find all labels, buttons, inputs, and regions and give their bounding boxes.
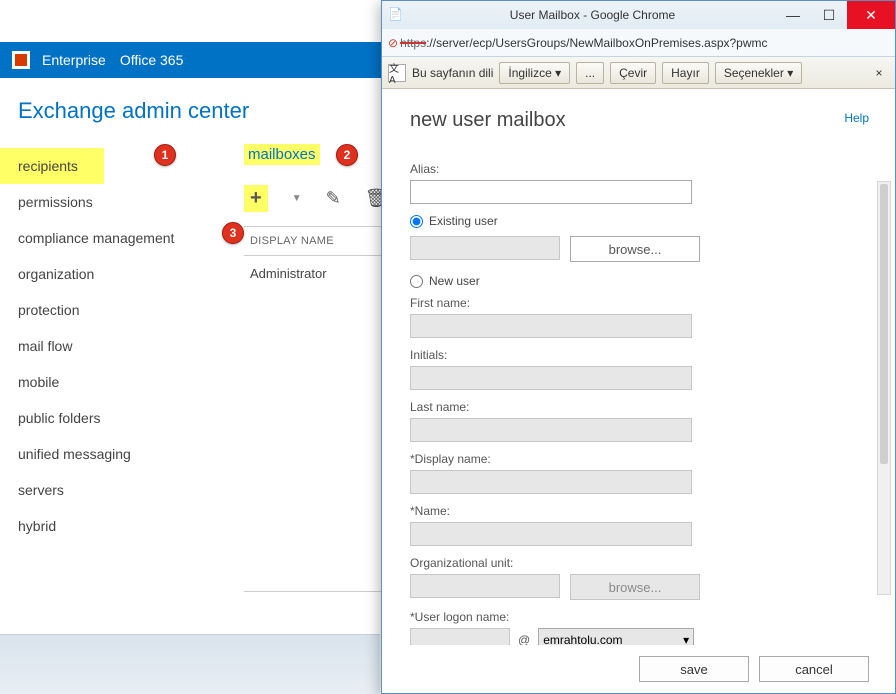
tab-mailboxes[interactable]: mailboxes xyxy=(244,144,320,165)
sidebar-item-mobile[interactable]: mobile xyxy=(0,364,230,400)
displayname-input xyxy=(410,470,692,494)
save-button[interactable]: save xyxy=(639,656,749,682)
name-input xyxy=(410,522,692,546)
sidebar-item-permissions[interactable]: permissions xyxy=(0,184,230,220)
alias-input[interactable] xyxy=(410,180,692,204)
badge-1: 1 xyxy=(154,144,176,166)
translate-icon: 文A xyxy=(388,64,406,82)
domain-value: emrahtolu.com xyxy=(543,633,622,645)
form-body: Help new user mailbox Alias: Existing us… xyxy=(382,89,895,645)
translate-prompt: Bu sayfanın dili xyxy=(412,66,493,80)
url-protocol: https xyxy=(400,36,426,50)
add-button[interactable]: + xyxy=(244,185,268,212)
ssl-warning-icon: ⊘ xyxy=(388,36,398,50)
sidebar-item-hybrid[interactable]: hybrid xyxy=(0,508,230,544)
chevron-down-icon: ▾ xyxy=(683,633,689,645)
displayname-label: *Display name: xyxy=(410,452,867,466)
user-mailbox-dialog: 📄 User Mailbox - Google Chrome — ☐ ✕ ⊘ h… xyxy=(381,0,896,694)
initials-input xyxy=(410,366,692,390)
translate-no-button[interactable]: Hayır xyxy=(662,62,709,84)
translate-close-button[interactable]: × xyxy=(869,66,889,80)
badge-2: 2 xyxy=(336,144,358,166)
dialog-button-bar: save cancel xyxy=(382,645,895,693)
logon-label: *User logon name: xyxy=(410,610,867,624)
lastname-label: Last name: xyxy=(410,400,867,414)
edit-icon[interactable]: ✎ xyxy=(326,188,341,209)
url-bar[interactable]: ⊘ https://server/ecp/UsersGroups/NewMail… xyxy=(382,29,895,57)
page-icon: 📄 xyxy=(388,7,404,23)
window-titlebar[interactable]: 📄 User Mailbox - Google Chrome — ☐ ✕ xyxy=(382,1,895,29)
domain-select: emrahtolu.com ▾ xyxy=(538,628,694,645)
translate-do-button[interactable]: Çevir xyxy=(610,62,656,84)
divider xyxy=(244,591,384,592)
url-text: ://server/ecp/UsersGroups/NewMailboxOnPr… xyxy=(426,36,767,50)
orgunit-input xyxy=(410,574,560,598)
new-user-radio[interactable]: New user xyxy=(410,274,867,288)
scrollbar[interactable] xyxy=(877,181,891,595)
alias-label: Alias: xyxy=(410,162,867,176)
sidebar-item-servers[interactable]: servers xyxy=(0,472,230,508)
at-symbol: @ xyxy=(518,633,530,645)
window-title: User Mailbox - Google Chrome xyxy=(410,8,775,22)
new-user-radio-input[interactable] xyxy=(410,275,423,288)
existing-user-label: Existing user xyxy=(429,214,498,228)
sidebar-item-compliance[interactable]: compliance management xyxy=(0,220,230,256)
existing-user-input xyxy=(410,236,560,260)
orgunit-label: Organizational unit: xyxy=(410,556,867,570)
window-buttons: — ☐ ✕ xyxy=(775,1,895,29)
logon-input xyxy=(410,628,510,645)
maximize-button[interactable]: ☐ xyxy=(811,1,847,29)
sidebar-item-protection[interactable]: protection xyxy=(0,292,230,328)
sidebar-item-recipients[interactable]: recipients xyxy=(0,148,104,184)
translate-lang-dropdown[interactable]: İngilizce ▾ xyxy=(499,62,570,84)
browse-orgunit-button: browse... xyxy=(570,574,700,600)
help-link[interactable]: Help xyxy=(844,111,869,125)
firstname-label: First name: xyxy=(410,296,867,310)
office-logo-icon xyxy=(12,51,30,69)
cancel-button[interactable]: cancel xyxy=(759,656,869,682)
close-button[interactable]: ✕ xyxy=(847,1,895,29)
existing-user-radio-input[interactable] xyxy=(410,215,423,228)
scrollbar-thumb[interactable] xyxy=(880,184,888,464)
chevron-down-icon[interactable]: ▼ xyxy=(292,193,302,204)
sidebar: recipients permissions compliance manage… xyxy=(0,144,230,592)
sidebar-item-unifiedmsg[interactable]: unified messaging xyxy=(0,436,230,472)
sidebar-item-organization[interactable]: organization xyxy=(0,256,230,292)
browse-existing-button[interactable]: browse... xyxy=(570,236,700,262)
nav-enterprise[interactable]: Enterprise xyxy=(42,52,106,68)
table-header-displayname: DISPLAY NAME xyxy=(244,226,384,256)
badge-3: 3 xyxy=(222,222,244,244)
translate-bar: 文A Bu sayfanın dili İngilizce ▾ ... Çevi… xyxy=(382,57,895,89)
firstname-input xyxy=(410,314,692,338)
lastname-input xyxy=(410,418,692,442)
translate-options-button[interactable]: Seçenekler ▾ xyxy=(715,62,802,84)
sidebar-item-publicfolders[interactable]: public folders xyxy=(0,400,230,436)
existing-user-radio[interactable]: Existing user xyxy=(410,214,867,228)
name-label: *Name: xyxy=(410,504,867,518)
nav-office365[interactable]: Office 365 xyxy=(120,52,184,68)
translate-more-button[interactable]: ... xyxy=(576,62,604,84)
new-user-label: New user xyxy=(429,274,480,288)
footer-bar xyxy=(0,634,380,694)
sidebar-item-mailflow[interactable]: mail flow xyxy=(0,328,230,364)
minimize-button[interactable]: — xyxy=(775,1,811,29)
initials-label: Initials: xyxy=(410,348,867,362)
form-title: new user mailbox xyxy=(410,109,867,132)
